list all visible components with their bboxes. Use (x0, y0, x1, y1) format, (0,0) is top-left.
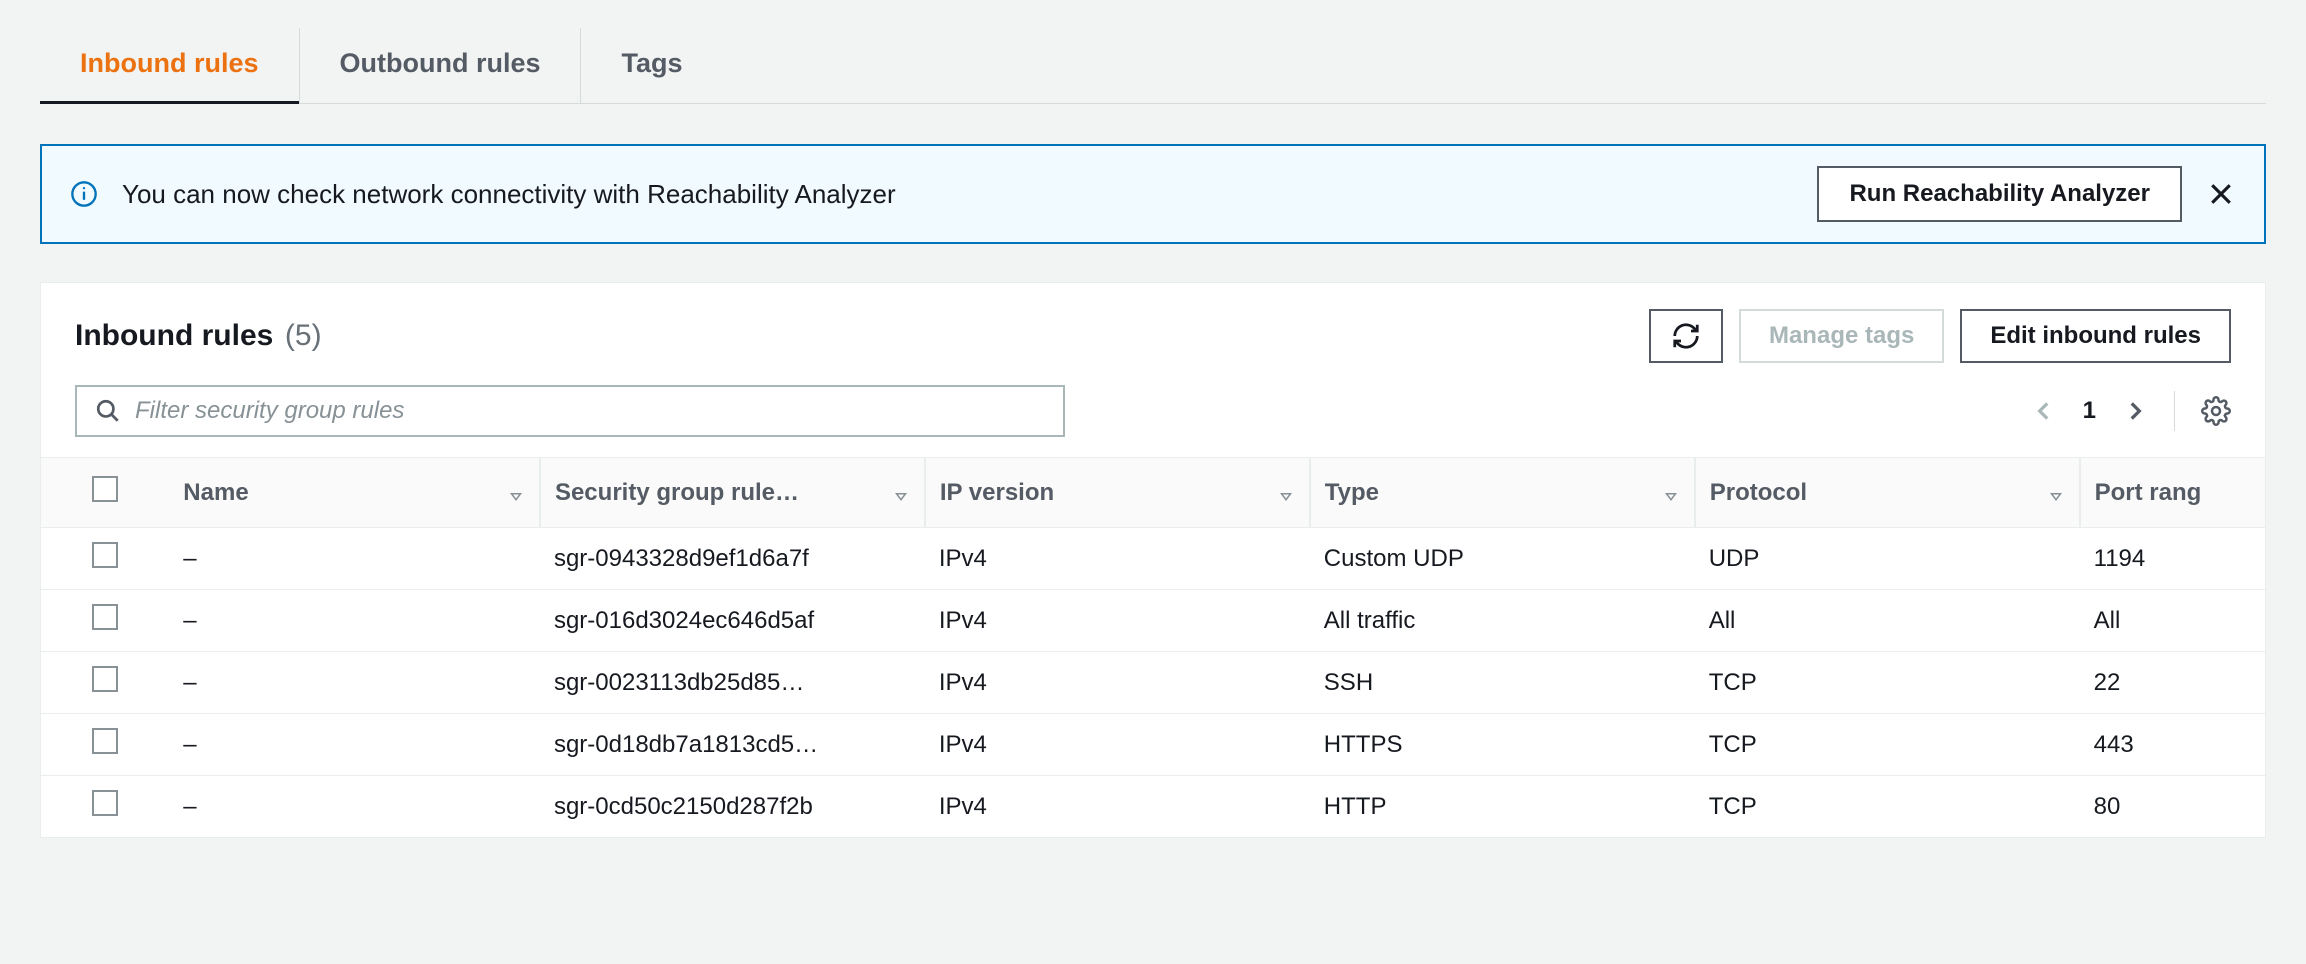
row-checkbox[interactable] (92, 604, 118, 630)
select-all-checkbox[interactable] (92, 476, 118, 502)
table-row[interactable]: –sgr-0cd50c2150d287f2bIPv4HTTPTCP80 (41, 776, 2265, 838)
sort-icon (1662, 484, 1680, 502)
cell-name: – (169, 652, 540, 714)
cell-name: – (169, 528, 540, 590)
cell-type: All traffic (1310, 590, 1695, 652)
cell-security-group-rule: sgr-0943328d9ef1d6a7f (540, 528, 925, 590)
cell-ip-version: IPv4 (925, 590, 1310, 652)
tab-bar: Inbound rules Outbound rules Tags (40, 28, 2266, 104)
row-checkbox[interactable] (92, 728, 118, 754)
refresh-button[interactable] (1649, 309, 1723, 363)
cell-type: HTTPS (1310, 714, 1695, 776)
cell-protocol: All (1695, 590, 2080, 652)
cell-ip-version: IPv4 (925, 652, 1310, 714)
sort-icon (507, 484, 525, 502)
table-row[interactable]: –sgr-0023113db25d85…IPv4SSHTCP22 (41, 652, 2265, 714)
filter-row: 1 (41, 379, 2265, 457)
info-icon (70, 180, 98, 208)
tab-label: Outbound rules (340, 48, 541, 78)
tab-label: Inbound rules (80, 48, 259, 78)
row-checkbox[interactable] (92, 666, 118, 692)
sort-icon (892, 484, 910, 502)
cell-protocol: TCP (1695, 652, 2080, 714)
cell-port-range: 443 (2080, 714, 2265, 776)
table-row[interactable]: –sgr-0943328d9ef1d6a7fIPv4Custom UDPUDP1… (41, 528, 2265, 590)
cell-ip-version: IPv4 (925, 714, 1310, 776)
page-number: 1 (2083, 397, 2096, 425)
cell-type: Custom UDP (1310, 528, 1695, 590)
sort-icon (2047, 484, 2065, 502)
header-name[interactable]: Name (169, 458, 540, 528)
search-box[interactable] (75, 385, 1065, 437)
panel-header: Inbound rules (5) Manage tags Edit inbou… (41, 283, 2265, 379)
inbound-rules-panel: Inbound rules (5) Manage tags Edit inbou… (40, 282, 2266, 838)
row-checkbox[interactable] (92, 542, 118, 568)
panel-actions: Manage tags Edit inbound rules (1649, 309, 2231, 363)
cell-type: HTTP (1310, 776, 1695, 838)
tab-label: Tags (621, 48, 682, 78)
panel-count: (5) (285, 319, 322, 352)
close-icon[interactable] (2206, 179, 2236, 209)
header-ip-version[interactable]: IP version (925, 458, 1310, 528)
cell-port-range: All (2080, 590, 2265, 652)
cell-security-group-rule: sgr-0d18db7a1813cd5… (540, 714, 925, 776)
header-label: Name (183, 479, 248, 507)
cell-protocol: UDP (1695, 528, 2080, 590)
table-header-row: Name Security group rule… IP version Typ… (41, 458, 2265, 528)
panel-title: Inbound rules (75, 319, 273, 352)
sort-icon (1277, 484, 1295, 502)
cell-port-range: 1194 (2080, 528, 2265, 590)
cell-type: SSH (1310, 652, 1695, 714)
cell-protocol: TCP (1695, 776, 2080, 838)
reachability-banner: You can now check network connectivity w… (40, 144, 2266, 244)
refresh-icon (1671, 321, 1701, 351)
panel-title-wrap: Inbound rules (5) (75, 319, 322, 353)
header-label: Port rang (2095, 479, 2202, 507)
header-label: IP version (940, 479, 1054, 507)
prev-page-icon[interactable] (2031, 398, 2057, 424)
header-type[interactable]: Type (1310, 458, 1695, 528)
cell-name: – (169, 776, 540, 838)
banner-text: You can now check network connectivity w… (122, 179, 1793, 210)
tab-tags[interactable]: Tags (581, 28, 722, 103)
paginator: 1 (2031, 391, 2231, 431)
cell-security-group-rule: sgr-016d3024ec646d5af (540, 590, 925, 652)
row-checkbox-cell (41, 714, 169, 776)
next-page-icon[interactable] (2122, 398, 2148, 424)
table-row[interactable]: –sgr-016d3024ec646d5afIPv4All trafficAll… (41, 590, 2265, 652)
tab-outbound-rules[interactable]: Outbound rules (300, 28, 582, 103)
header-label: Security group rule… (555, 479, 799, 507)
cell-security-group-rule: sgr-0023113db25d85… (540, 652, 925, 714)
cell-ip-version: IPv4 (925, 528, 1310, 590)
row-checkbox-cell (41, 652, 169, 714)
gear-icon[interactable] (2201, 396, 2231, 426)
row-checkbox-cell (41, 528, 169, 590)
tab-inbound-rules[interactable]: Inbound rules (40, 28, 300, 103)
header-select-all (41, 458, 169, 528)
rules-table: Name Security group rule… IP version Typ… (41, 457, 2265, 837)
header-label: Protocol (1710, 479, 1807, 507)
cell-port-range: 80 (2080, 776, 2265, 838)
cell-ip-version: IPv4 (925, 776, 1310, 838)
row-checkbox-cell (41, 776, 169, 838)
row-checkbox[interactable] (92, 790, 118, 816)
header-label: Type (1325, 479, 1379, 507)
search-icon (95, 398, 121, 424)
cell-name: – (169, 714, 540, 776)
header-security-group-rule[interactable]: Security group rule… (540, 458, 925, 528)
run-reachability-analyzer-button[interactable]: Run Reachability Analyzer (1817, 166, 2182, 222)
table-row[interactable]: –sgr-0d18db7a1813cd5…IPv4HTTPSTCP443 (41, 714, 2265, 776)
manage-tags-button[interactable]: Manage tags (1739, 309, 1944, 363)
divider (2174, 391, 2175, 431)
cell-name: – (169, 590, 540, 652)
header-port-range[interactable]: Port rang (2080, 458, 2265, 528)
row-checkbox-cell (41, 590, 169, 652)
edit-inbound-rules-button[interactable]: Edit inbound rules (1960, 309, 2231, 363)
header-protocol[interactable]: Protocol (1695, 458, 2080, 528)
cell-port-range: 22 (2080, 652, 2265, 714)
cell-security-group-rule: sgr-0cd50c2150d287f2b (540, 776, 925, 838)
search-input[interactable] (135, 397, 1045, 425)
cell-protocol: TCP (1695, 714, 2080, 776)
